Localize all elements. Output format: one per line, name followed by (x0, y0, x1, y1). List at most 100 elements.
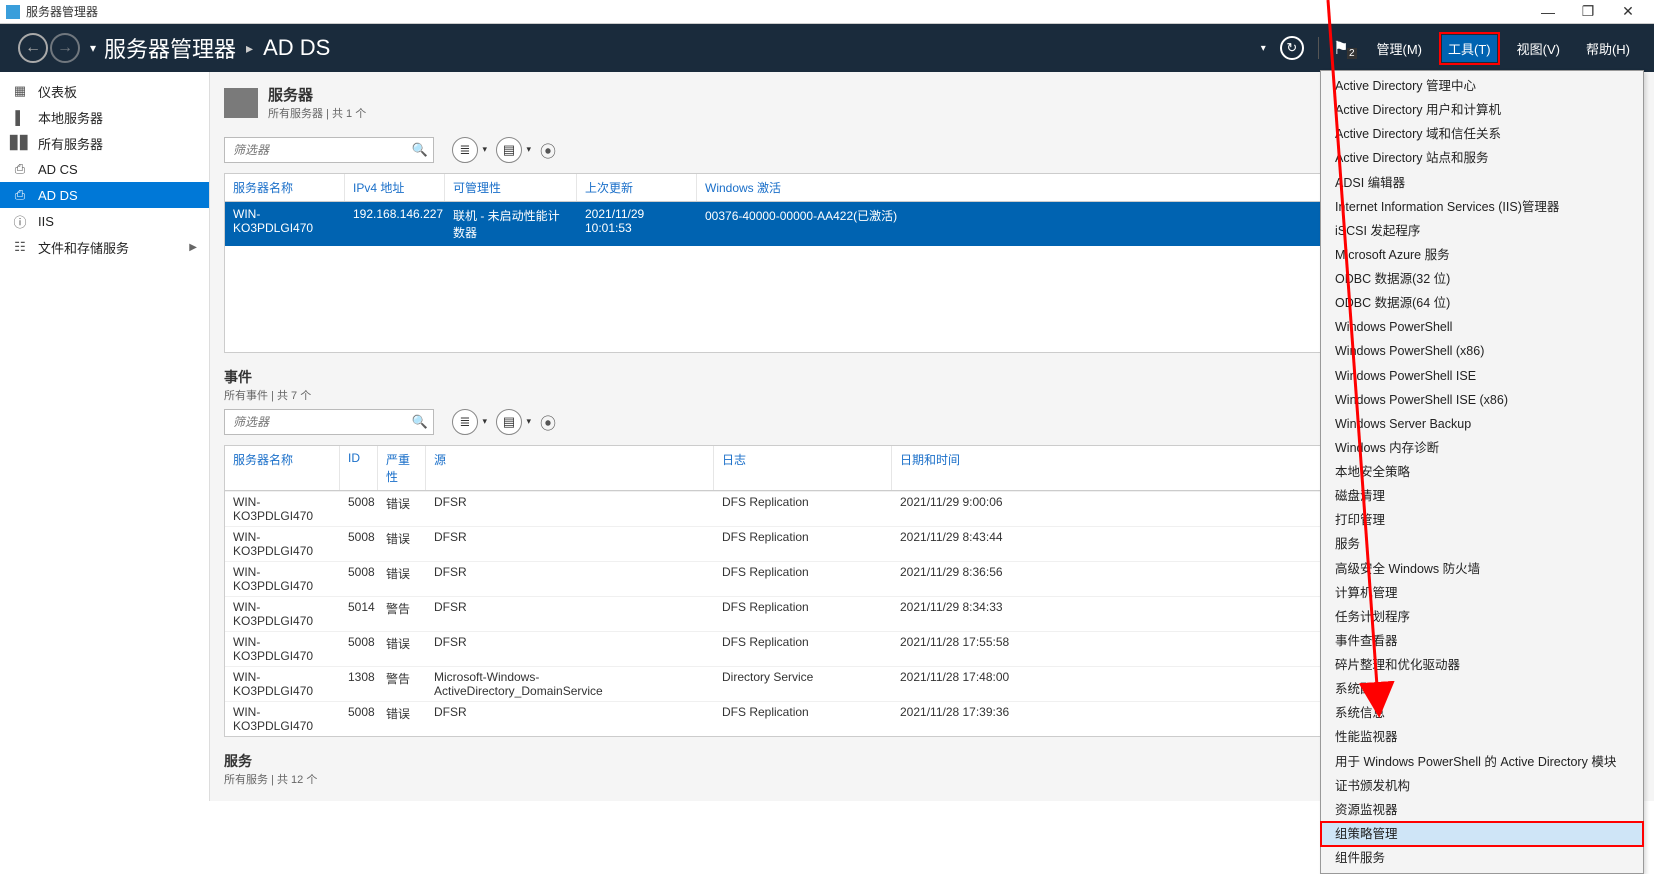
events-save-query-button[interactable]: ▤▾ (496, 409, 522, 435)
sidebar-item-label: 本地服务器 (38, 108, 103, 127)
tools-menu-item[interactable]: 高级安全 Windows 防火墙 (1321, 557, 1643, 581)
tools-menu-item[interactable]: 系统信息 (1321, 701, 1643, 725)
cell-ev-server: WIN-KO3PDLGI470 (225, 527, 340, 561)
col-ev-id[interactable]: ID (340, 446, 378, 490)
tools-menu-item[interactable]: 系统配置 (1321, 677, 1643, 701)
tools-menu-item[interactable]: Active Directory 域和信任关系 (1321, 122, 1643, 146)
tools-menu-item[interactable]: 碎片整理和优化驱动器 (1321, 653, 1643, 677)
sidebar-item-IIS[interactable]: ⓘ IIS (0, 208, 209, 234)
nav-forward-button[interactable]: → (50, 33, 80, 63)
tools-menu-item[interactable]: Microsoft Azure 服务 (1321, 243, 1643, 267)
close-button[interactable]: ✕ (1608, 3, 1648, 20)
sidebar-item-所有服务器[interactable]: ▊▊ 所有服务器 (0, 130, 209, 156)
header-dropdown-icon[interactable]: ▾ (1261, 43, 1266, 54)
menu-manage[interactable]: 管理(M) (1371, 35, 1429, 62)
tools-menu-item[interactable]: ADSI 编辑器 (1321, 171, 1643, 195)
window-title: 服务器管理器 (26, 3, 1528, 20)
servers-icon (224, 88, 258, 118)
tools-menu-item[interactable]: ODBC 数据源(32 位) (1321, 267, 1643, 291)
refresh-icon[interactable]: ↻ (1280, 36, 1304, 60)
tools-menu-item[interactable]: 计算机管理 (1321, 581, 1643, 605)
cell-ev-server: WIN-KO3PDLGI470 (225, 632, 340, 666)
cell-ev-server: WIN-KO3PDLGI470 (225, 492, 340, 526)
notifications-flag[interactable]: ⚑ 2 (1333, 38, 1357, 59)
menu-view[interactable]: 视图(V) (1511, 35, 1566, 62)
tools-menu-item[interactable]: 打印管理 (1321, 508, 1643, 532)
cell-ev-id: 5008 (340, 702, 378, 736)
col-ipv4[interactable]: IPv4 地址 (345, 174, 445, 201)
search-icon[interactable]: 🔍 (407, 414, 433, 430)
tools-menu-item[interactable]: 本地安全策略 (1321, 460, 1643, 484)
tools-menu-item[interactable]: 组件服务 (1321, 846, 1643, 870)
tools-menu-item[interactable]: 资源监视器 (1321, 798, 1643, 822)
cell-ev-log: DFS Replication (714, 632, 892, 666)
sidebar-item-AD DS[interactable]: ⎙ AD DS (0, 182, 209, 208)
tools-menu-item[interactable]: Windows PowerShell ISE (1321, 364, 1643, 388)
tools-menu-item[interactable]: Windows Server Backup (1321, 412, 1643, 436)
events-view-options-button[interactable]: ≣▾ (452, 409, 478, 435)
tools-menu-item[interactable]: Active Directory 站点和服务 (1321, 146, 1643, 170)
sidebar-item-label: IIS (38, 214, 54, 229)
cell-ev-id: 1308 (340, 667, 378, 701)
tools-menu-item[interactable]: Windows PowerShell (1321, 315, 1643, 339)
tools-menu-item[interactable]: 组策略管理 (1321, 822, 1643, 846)
cell-ev-sev: 错误 (378, 492, 426, 526)
tools-menu-item[interactable]: 磁盘清理 (1321, 484, 1643, 508)
tools-menu-item[interactable]: Windows PowerShell ISE (x86) (1321, 388, 1643, 412)
col-ev-server[interactable]: 服务器名称 (225, 446, 340, 490)
sidebar-icon: ⎙ (12, 188, 28, 202)
cell-ev-log: DFS Replication (714, 562, 892, 596)
tools-menu-item[interactable]: Internet Information Services (IIS)管理器 (1321, 195, 1643, 219)
tools-menu-item[interactable]: 用于 Windows PowerShell 的 Active Directory… (1321, 750, 1643, 774)
tools-menu-item[interactable]: Windows PowerShell (x86) (1321, 339, 1643, 363)
col-server-name[interactable]: 服务器名称 (225, 174, 345, 201)
search-icon[interactable]: 🔍 (407, 142, 433, 158)
cell-ev-id: 5008 (340, 527, 378, 561)
tools-menu-item[interactable]: 事件查看器 (1321, 629, 1643, 653)
chevron-right-icon: ▶ (189, 242, 197, 253)
menu-tools[interactable]: 工具(T) (1442, 35, 1497, 62)
sidebar-item-文件和存储服务[interactable]: ☷ 文件和存储服务▶ (0, 234, 209, 260)
breadcrumb-current: AD DS (263, 35, 330, 61)
cell-ev-src: DFSR (426, 702, 714, 736)
col-ev-sev[interactable]: 严重性 (378, 446, 426, 490)
maximize-button[interactable]: ❐ (1568, 3, 1608, 20)
tools-menu-item[interactable]: Active Directory 用户和计算机 (1321, 98, 1643, 122)
nav-back-button[interactable]: ← (18, 33, 48, 63)
events-filter-input[interactable] (225, 415, 407, 429)
cell-ev-log: Directory Service (714, 667, 892, 701)
sidebar-item-仪表板[interactable]: ▦ 仪表板 (0, 78, 209, 104)
servers-save-query-button[interactable]: ▤▾ (496, 137, 522, 163)
tools-menu-item[interactable]: 证书颁发机构 (1321, 774, 1643, 798)
breadcrumb-root[interactable]: 服务器管理器 (104, 32, 236, 64)
col-ev-log[interactable]: 日志 (714, 446, 892, 490)
nav-dropdown-icon[interactable]: ▾ (90, 41, 96, 55)
minimize-button[interactable]: — (1528, 4, 1568, 20)
servers-filter-input[interactable] (225, 143, 407, 157)
sidebar-item-本地服务器[interactable]: ▌ 本地服务器 (0, 104, 209, 130)
tools-menu-item[interactable]: ODBC 数据源(64 位) (1321, 291, 1643, 315)
tools-menu-item[interactable]: 服务 (1321, 532, 1643, 556)
tools-menu-item[interactable]: iSCSI 发起程序 (1321, 219, 1643, 243)
servers-filter-box[interactable]: 🔍 (224, 137, 434, 163)
tools-menu-item[interactable]: 任务计划程序 (1321, 605, 1643, 629)
events-expand-icon[interactable]: ⦿ (540, 410, 554, 434)
servers-expand-icon[interactable]: ⦿ (540, 138, 554, 162)
cell-ev-src: DFSR (426, 597, 714, 631)
tools-menu-item[interactable]: 性能监视器 (1321, 725, 1643, 749)
tools-menu-item[interactable]: Windows 内存诊断 (1321, 436, 1643, 460)
sidebar-item-AD CS[interactable]: ⎙ AD CS (0, 156, 209, 182)
col-last-update[interactable]: 上次更新 (577, 174, 697, 201)
tools-menu-item[interactable]: Active Directory 管理中心 (1321, 74, 1643, 98)
sidebar-icon: ▌ (12, 110, 28, 124)
cell-updated: 2021/11/29 10:01:53 (577, 202, 697, 246)
events-filter-box[interactable]: 🔍 (224, 409, 434, 435)
cell-ev-src: Microsoft-Windows-ActiveDirectory_Domain… (426, 667, 714, 701)
cell-ip: 192.168.146.227 (345, 202, 445, 246)
col-ev-src[interactable]: 源 (426, 446, 714, 490)
servers-view-options-button[interactable]: ≣▾ (452, 137, 478, 163)
cell-ev-id: 5008 (340, 632, 378, 666)
col-manageability[interactable]: 可管理性 (445, 174, 577, 201)
cell-ev-sev: 错误 (378, 702, 426, 736)
menu-help[interactable]: 帮助(H) (1580, 35, 1636, 62)
